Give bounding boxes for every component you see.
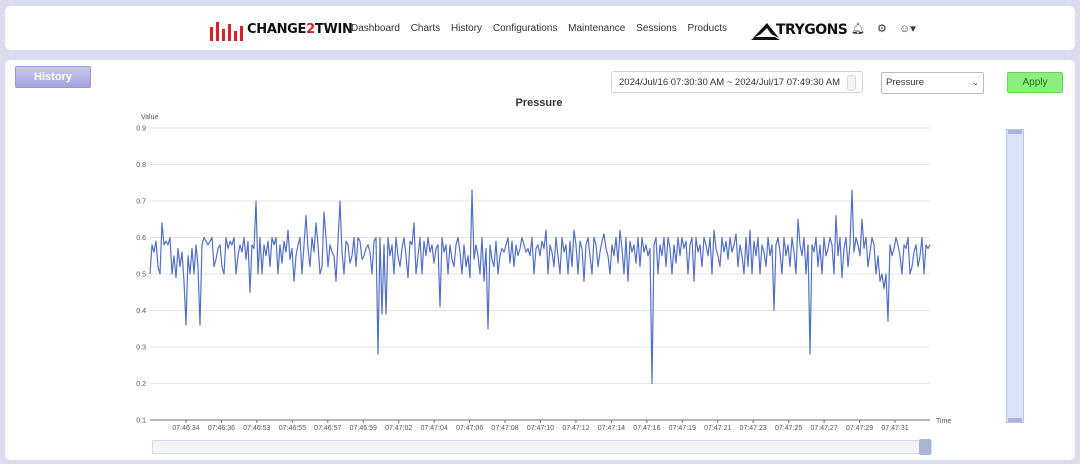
- main-nav: Dashboard Charts History Configurations …: [351, 23, 735, 34]
- x-tick-label: 07:46:55: [279, 425, 306, 432]
- x-tick-label: 07:47:08: [491, 425, 518, 432]
- x-axis: 07:46:34 07:46:36 07:46:53 07:46:55 07:46:57…: [150, 419, 930, 432]
- x-zoom-handle[interactable]: [919, 439, 931, 455]
- x-tick-label: 07:47:12: [562, 425, 589, 432]
- y-tick-label: 0.5: [136, 272, 146, 279]
- gear-icon[interactable]: ⚙: [877, 23, 887, 35]
- y-axis-label: Value: [141, 114, 158, 121]
- x-tick-label: 07:47:27: [810, 425, 837, 432]
- brand-name: CHANGE2TWIN: [247, 22, 353, 37]
- x-tick-label: 07:46:57: [314, 425, 341, 432]
- x-tick-label: 07:46:36: [208, 425, 235, 432]
- nav-products[interactable]: Products: [688, 23, 727, 34]
- x-zoom-slider[interactable]: [152, 439, 932, 455]
- nav-icons: 🔔︎ ⚙ ☺▾: [851, 22, 925, 35]
- y-tick-label: 0.9: [136, 126, 146, 133]
- y-tick-label: 0.8: [136, 162, 146, 169]
- chart-series: [149, 189, 931, 385]
- x-tick-label: 07:47:06: [456, 425, 483, 432]
- y-tick-label: 0.7: [136, 199, 146, 206]
- nav-maintenance[interactable]: Maintenance: [568, 23, 625, 34]
- nav-dashboard[interactable]: Dashboard: [351, 23, 400, 34]
- top-navbar: CHANGE2TWIN Dashboard Charts History Con…: [5, 6, 1075, 50]
- x-tick-label: 07:47:29: [846, 425, 873, 432]
- y-tick-label: 0.4: [136, 308, 146, 315]
- x-axis-label: Time: [936, 418, 951, 425]
- chart-grid: [150, 127, 930, 421]
- brand-bars-icon: [210, 22, 243, 41]
- y-tick-label: 0.2: [136, 381, 146, 388]
- y-tick-label: 0.3: [136, 345, 146, 352]
- user-icon[interactable]: ☺▾: [899, 23, 916, 35]
- x-tick-label: 07:47:16: [633, 425, 660, 432]
- trygons-logo: TRYGONS: [751, 20, 848, 42]
- x-tick-label: 07:47:31: [881, 425, 908, 432]
- x-tick-label: 07:46:59: [350, 425, 377, 432]
- change2twin-logo[interactable]: CHANGE2TWIN: [209, 19, 353, 41]
- x-tick-label: 07:47:25: [775, 425, 802, 432]
- bell-icon[interactable]: 🔔︎: [851, 23, 865, 35]
- x-tick-label: 07:47:23: [740, 425, 767, 432]
- pressure-series-line: [149, 189, 931, 385]
- y-axis: 0.1 0.2 0.3 0.4 0.5 0.6 0.7 0.8 0.9: [136, 126, 146, 425]
- x-tick-label: 07:47:14: [598, 425, 625, 432]
- x-tick-label: 07:47:19: [669, 425, 696, 432]
- y-zoom-slider[interactable]: [1006, 129, 1024, 423]
- partner-name: TRYGONS: [776, 22, 848, 38]
- y-zoom-handle-top[interactable]: [1008, 130, 1022, 134]
- x-tick-label: 07:47:04: [421, 425, 448, 432]
- x-tick-label: 07:46:34: [172, 425, 199, 432]
- x-tick-label: 07:47:21: [704, 425, 731, 432]
- y-tick-label: 0.1: [136, 418, 146, 425]
- x-tick-label: 07:46:53: [243, 425, 270, 432]
- nav-configurations[interactable]: Configurations: [493, 23, 557, 34]
- nav-history[interactable]: History: [451, 23, 482, 34]
- y-zoom-handle-bottom[interactable]: [1008, 418, 1022, 422]
- nav-charts[interactable]: Charts: [411, 23, 440, 34]
- history-panel: History 2024/Jul/16 07:30:30 AM ~ 2024/J…: [5, 60, 1075, 460]
- y-tick-label: 0.6: [136, 235, 146, 242]
- x-tick-label: 07:47:10: [527, 425, 554, 432]
- pressure-chart: Pressure Value Time 0.10.20.30.40.50.60.…: [136, 97, 951, 432]
- x-tick-label: 07:47:02: [385, 425, 412, 432]
- nav-sessions[interactable]: Sessions: [636, 23, 677, 34]
- chart-title: Pressure: [515, 97, 562, 109]
